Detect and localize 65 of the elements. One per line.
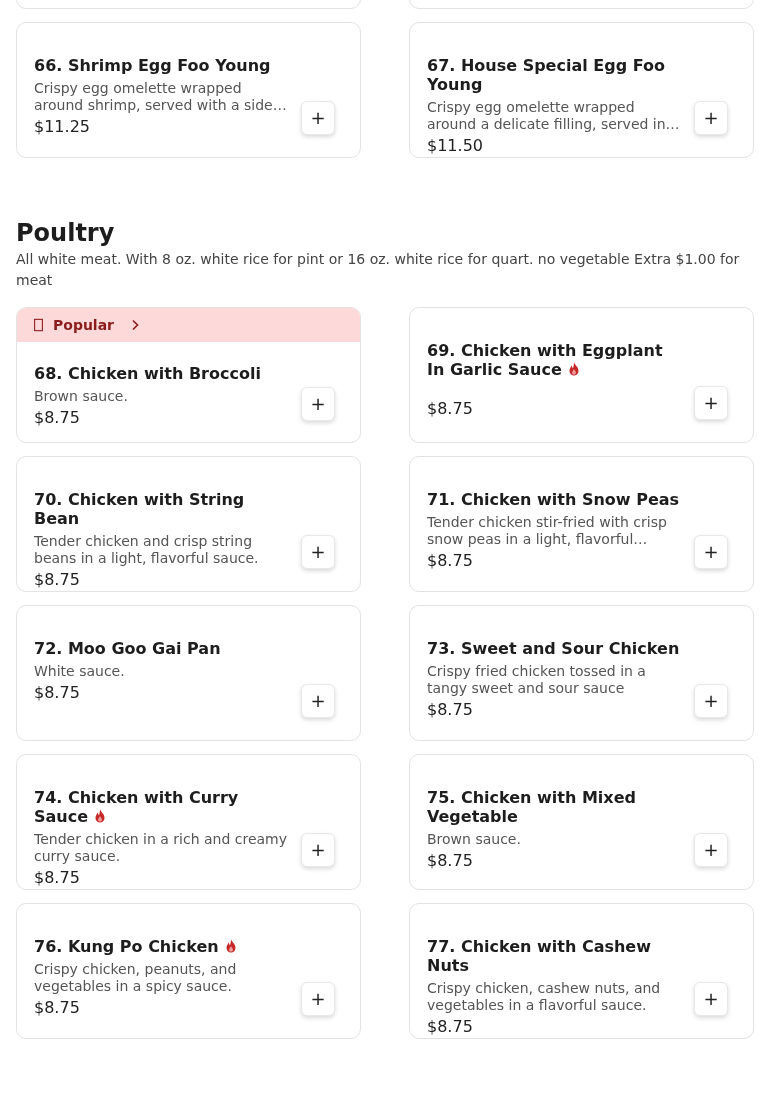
add-button[interactable]: + — [301, 684, 335, 718]
item-title: 66. Shrimp Egg Foo Young — [34, 56, 272, 75]
item-price: $8.75 — [427, 551, 474, 571]
item-description: Crispy chicken, cashew nuts, and vegetables in a flavorful sauce. — [427, 980, 662, 1014]
item-title: 73. Sweet and Sour Chicken — [427, 639, 681, 658]
menu-item-card[interactable]: 67. House Special Egg Foo Young Crispy egg omelette wrapped around a delicate filling, served in… $11.50 + — [409, 22, 754, 158]
menu-item-card[interactable]: 75. Chicken with Mixed Vegetable Brown sauce. $8.75 + — [409, 754, 754, 890]
item-description: Crispy egg omelette wrapped around a delicate filling, served in… — [427, 99, 681, 133]
item-description: Tender chicken stir-fried with crisp snow peas in a light, flavorful… — [427, 514, 668, 548]
menu-item-card[interactable]: 69. Chicken with Eggplant In Garlic Sauce $8.75 + — [409, 307, 754, 443]
item-price: $11.50 — [427, 136, 484, 156]
add-button[interactable]: + — [301, 387, 335, 421]
item-price: $8.75 — [34, 998, 81, 1018]
item-title: 76. Kung Po Chicken — [34, 937, 290, 956]
item-description: Crispy chicken, peanuts, and vegetables in a spicy sauce. — [34, 961, 238, 995]
item-description: Brown sauce. — [427, 831, 522, 848]
item-price: $8.75 — [427, 700, 474, 720]
add-button[interactable]: + — [694, 101, 728, 135]
menu-item-card[interactable]: 74. Chicken with Curry Sauce Tender chicken in a rich and creamy curry sauce. $8.75 + — [16, 754, 361, 890]
menu-item-card[interactable]: 73. Sweet and Sour Chicken Crispy fried chicken tossed in a tangy sweet and sour sauce $8.75 + — [409, 605, 754, 741]
item-description: Tender chicken and crisp string beans in a light, flavorful sauce. — [34, 533, 260, 567]
section-heading: Poultry — [16, 218, 116, 248]
menu-item-card[interactable]: 77. Chicken with Cashew Nuts Crispy chicken, cashew nuts, and vegetables in a flavorful sauce. $8.75 + — [409, 903, 754, 1039]
menu-item-card[interactable]: 70. Chicken with String Bean Tender chicken and crisp string beans in a light, flavorful sauce. $8.75 + — [16, 456, 361, 592]
add-button[interactable]: + — [694, 982, 728, 1016]
item-title: 70. Chicken with String Bean — [34, 490, 246, 528]
item-title: 67. House Special Egg Foo Young — [427, 56, 666, 94]
add-button[interactable]: + — [694, 535, 728, 569]
add-button[interactable]: + — [694, 386, 728, 420]
menu-item-card[interactable]: 66. Shrimp Egg Foo Young Crispy egg omelette wrapped around shrimp, served with a side… $11.25 + — [16, 22, 361, 158]
item-price: $8.75 — [427, 1017, 474, 1037]
popular-banner[interactable]: Popular — [17, 308, 360, 342]
add-button[interactable]: + — [694, 833, 728, 867]
add-button[interactable]: + — [301, 101, 335, 135]
item-price: $8.75 — [427, 851, 474, 871]
item-price: $8.75 — [34, 683, 81, 703]
section-description: All white meat. With 8 oz. white rice for pint or 16 oz. white rice for quart. no vegetable Extra $1.00 for meat — [16, 250, 741, 290]
menu-item-card[interactable]: 71. Chicken with Snow Peas Tender chicken stir-fried with crisp snow peas in a light, flavorful… $8.75 + — [409, 456, 754, 592]
item-description: Crispy fried chicken tossed in a tangy sweet and sour sauce — [427, 663, 647, 697]
item-title: 75. Chicken with Mixed Vegetable — [427, 788, 637, 826]
item-price: $8.75 — [34, 868, 81, 888]
item-title: 71. Chicken with Snow Peas — [427, 490, 681, 509]
item-description: Tender chicken in a rich and creamy curry sauce. — [34, 831, 289, 865]
menu-item-card[interactable]: 72. Moo Goo Gai Pan White sauce. $8.75 + — [16, 605, 361, 741]
chevron-right-icon — [130, 319, 141, 331]
popular-label: Popular — [53, 315, 115, 335]
box-icon — [34, 318, 43, 332]
item-price: $8.75 — [427, 399, 474, 419]
item-price: $11.25 — [34, 117, 91, 137]
item-price: $8.75 — [34, 570, 81, 590]
item-title: 74. Chicken with Curry Sauce — [34, 788, 240, 826]
add-button[interactable]: + — [301, 982, 335, 1016]
item-title: 77. Chicken with Cashew Nuts — [427, 937, 652, 975]
menu-item-card[interactable]: Popular 68. Chicken with Broccoli Brown sauce. $8.75 + — [16, 307, 361, 443]
menu-item-card[interactable]: 76. Kung Po Chicken Crispy chicken, peanuts, and vegetables in a spicy sauce. $8.75 + — [16, 903, 361, 1039]
add-button[interactable]: + — [301, 535, 335, 569]
item-title: 72. Moo Goo Gai Pan — [34, 639, 222, 658]
item-description: Brown sauce. — [34, 388, 129, 405]
item-title: 68. Chicken with Broccoli — [34, 364, 262, 383]
item-description: Crispy egg omelette wrapped around shrimp, served with a side… — [34, 80, 288, 114]
item-title: 69. Chicken with Eggplant In Garlic Sauce — [427, 341, 664, 379]
add-button[interactable]: + — [301, 833, 335, 867]
item-price: $8.75 — [34, 408, 81, 428]
item-description: White sauce. — [34, 663, 126, 680]
add-button[interactable]: + — [694, 684, 728, 718]
